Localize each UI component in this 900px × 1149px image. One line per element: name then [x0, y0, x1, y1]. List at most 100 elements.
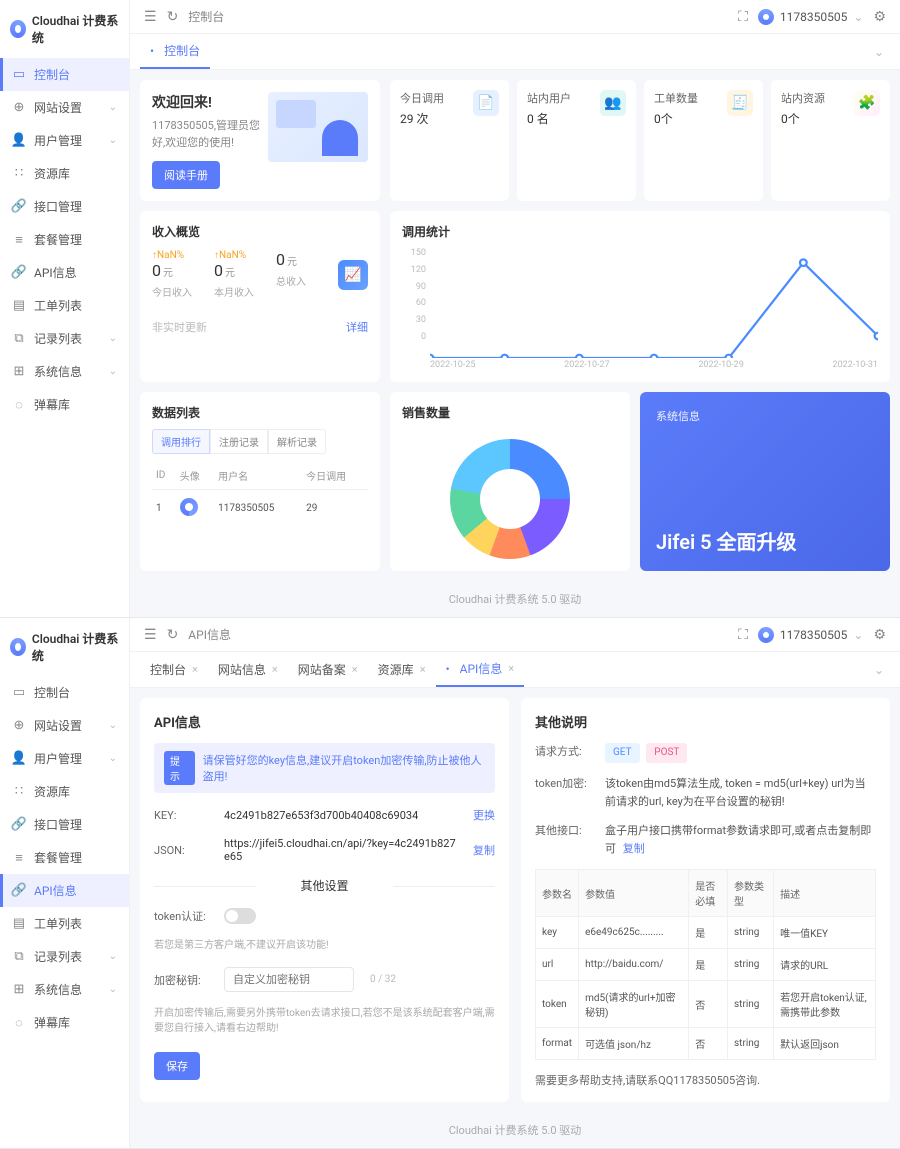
sidebar-item-2[interactable]: 👤用户管理⌄ [0, 742, 129, 775]
user-menu[interactable]: 1178350505 ⌄ [758, 627, 864, 643]
nav-icon: ◌ [12, 1015, 26, 1031]
nav-icon: ⧉ [12, 949, 26, 964]
tab[interactable]: 网站备案× [288, 653, 368, 686]
json-value: https://jifei5.cloudhai.cn/api/?key=4c24… [224, 837, 457, 863]
sidebar-item-9[interactable]: ⊞系统信息⌄ [0, 973, 129, 1006]
menu-toggle-icon[interactable]: ☰ [144, 627, 157, 643]
avatar-icon [758, 627, 774, 643]
user-menu[interactable]: 1178350505 ⌄ [758, 9, 864, 25]
menu-toggle-icon[interactable]: ☰ [144, 9, 157, 25]
sidebar-item-10[interactable]: ◌弹幕库 [0, 388, 129, 421]
refresh-icon[interactable]: ↻ [167, 9, 179, 25]
revenue-item: ↑NaN%0元本月收入 [214, 250, 264, 299]
sidebar-item-7[interactable]: ▤工单列表 [0, 289, 129, 322]
revenue-detail-link[interactable]: 详细 [346, 319, 368, 335]
token-auth-label: token认证: [154, 908, 214, 924]
table-row: urlhttp://baidu.com/是string请求的URL [536, 949, 876, 981]
nav-icon: ⊞ [12, 364, 26, 379]
nav-icon: ▤ [12, 298, 26, 313]
brand-text: Cloudhai 计费系统 [32, 630, 119, 664]
breadcrumb: API信息 [188, 626, 231, 643]
sidebar: Cloudhai 计费系统 ▭控制台⊕网站设置⌄👤用户管理⌄∷资源库🔗接口管理≡… [0, 0, 130, 617]
close-icon[interactable]: × [420, 663, 426, 676]
other-settings-title: 其他设置 [154, 877, 495, 894]
stat-card: 📄今日调用29 次 [390, 80, 509, 201]
other-api-text: 盒子用户接口携带format参数请求即可,或者点击复制即可 [605, 824, 871, 855]
sidebar-item-8[interactable]: ⧉记录列表⌄ [0, 940, 129, 973]
table-row: 1 1178350505 29 [152, 490, 368, 528]
sidebar-item-6[interactable]: 🔗API信息 [0, 256, 129, 289]
datalist-card: 数据列表 调用排行注册记录解析记录 ID头像用户名今日调用 1 11783505… [140, 392, 380, 571]
token-auth-toggle[interactable] [224, 908, 256, 924]
other-desc-panel: 其他说明 请求方式: GET POST token加密: 该token由md5算… [521, 698, 890, 1102]
stat-icon: 📄 [473, 90, 499, 116]
mini-tab[interactable]: 调用排行 [152, 429, 210, 454]
gear-icon[interactable]: ⚙ [873, 627, 886, 643]
close-icon[interactable]: × [192, 663, 198, 676]
sidebar-item-2[interactable]: 👤用户管理⌄ [0, 124, 129, 157]
chevron-down-icon: ⌄ [853, 628, 863, 642]
copy-json-link[interactable]: 复制 [473, 842, 495, 858]
chart-title: 调用统计 [402, 223, 878, 240]
fullscreen-icon[interactable]: ⛶ [738, 9, 748, 25]
alert-badge: 提示 [164, 751, 195, 785]
nav-icon: 👤 [12, 133, 26, 148]
sidebar-item-1[interactable]: ⊕网站设置⌄ [0, 91, 129, 124]
tab[interactable]: API信息× [436, 652, 525, 687]
tab-console[interactable]: 控制台 [140, 34, 210, 69]
sidebar-item-5[interactable]: ≡套餐管理 [0, 223, 129, 256]
save-button[interactable]: 保存 [154, 1052, 200, 1080]
nav-icon: ∷ [12, 784, 26, 799]
nav-icon: ≡ [12, 232, 26, 248]
close-icon[interactable]: × [352, 663, 358, 676]
params-table: 参数名参数值是否必填参数类型描述 keye6e49c625c.........是… [535, 869, 876, 1060]
token-enc-text: 该token由md5算法生成, token = md5(url+key) url… [605, 775, 876, 810]
mini-tab[interactable]: 注册记录 [210, 429, 268, 454]
secret-input[interactable] [224, 967, 354, 992]
sidebar-item-9[interactable]: ⊞系统信息⌄ [0, 355, 129, 388]
sidebar-item-0[interactable]: ▭控制台 [0, 676, 129, 709]
secret-hint: 开启加密传输后,需要另外携带token去请求接口,若您不是该系统配套客户端,需要… [154, 1006, 495, 1036]
gear-icon[interactable]: ⚙ [873, 9, 886, 25]
trend-icon: 📈 [338, 260, 368, 290]
tab[interactable]: 控制台× [140, 653, 208, 686]
read-manual-button[interactable]: 阅读手册 [152, 161, 220, 189]
tabs-more-icon[interactable]: ⌄ [868, 39, 890, 65]
fullscreen-icon[interactable]: ⛶ [738, 627, 748, 643]
mini-tab[interactable]: 解析记录 [268, 429, 326, 454]
sidebar-item-3[interactable]: ∷资源库 [0, 157, 129, 190]
copy-link[interactable]: 复制 [623, 842, 645, 855]
panel-title: API信息 [154, 712, 495, 731]
tab-bar: 控制台×网站信息×网站备案×资源库×API信息× ⌄ [130, 652, 900, 688]
sidebar-item-6[interactable]: 🔗API信息 [0, 874, 129, 907]
chart-card: 调用统计 1501209060300 2022-10-252022-10-272… [390, 211, 890, 382]
regen-key-link[interactable]: 更换 [473, 807, 495, 823]
nav-icon: ∷ [12, 166, 26, 181]
close-icon[interactable]: × [272, 663, 278, 676]
sidebar-item-8[interactable]: ⧉记录列表⌄ [0, 322, 129, 355]
sidebar-item-10[interactable]: ◌弹幕库 [0, 1006, 129, 1039]
stat-card: 🧩站内资源0个 [771, 80, 890, 201]
brand: Cloudhai 计费系统 [0, 0, 129, 58]
topbar: ☰ ↻ 控制台 ⛶ 1178350505 ⌄ ⚙ [130, 0, 900, 34]
sidebar-item-3[interactable]: ∷资源库 [0, 775, 129, 808]
user-id: 1178350505 [780, 628, 847, 642]
sidebar-item-1[interactable]: ⊕网站设置⌄ [0, 709, 129, 742]
close-icon[interactable]: × [508, 662, 514, 675]
secret-counter: 0 / 32 [370, 974, 396, 985]
nav-icon: ▭ [12, 685, 26, 700]
sidebar-item-7[interactable]: ▤工单列表 [0, 907, 129, 940]
sidebar-item-5[interactable]: ≡套餐管理 [0, 841, 129, 874]
sidebar-item-4[interactable]: 🔗接口管理 [0, 190, 129, 223]
promo-headline: Jifei 5 全面升级 [656, 526, 874, 555]
stat-card: 👥站内用户0 名 [517, 80, 636, 201]
help-text: 需要更多帮助支持,请联系QQ1178350505咨询. [535, 1072, 876, 1088]
tabs-more-icon[interactable]: ⌄ [868, 657, 890, 683]
sidebar-item-0[interactable]: ▭控制台 [0, 58, 129, 91]
tab[interactable]: 资源库× [368, 653, 436, 686]
stat-icon: 🧾 [727, 90, 753, 116]
refresh-icon[interactable]: ↻ [167, 627, 179, 643]
tab[interactable]: 网站信息× [208, 653, 288, 686]
key-value: 4c2491b827e653f3d700b40408c69034 [224, 809, 457, 822]
sidebar-item-4[interactable]: 🔗接口管理 [0, 808, 129, 841]
